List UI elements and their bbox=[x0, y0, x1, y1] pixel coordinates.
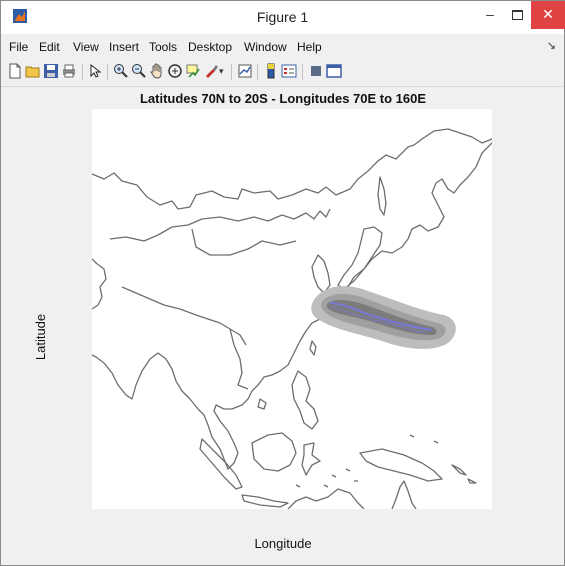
rotate-3d-icon[interactable] bbox=[167, 63, 183, 79]
australia-north bbox=[287, 488, 365, 510]
link-plot-icon[interactable] bbox=[237, 63, 253, 79]
colorbar-icon[interactable] bbox=[263, 63, 279, 79]
toolbar-separator bbox=[82, 64, 83, 80]
print-icon[interactable] bbox=[61, 63, 77, 79]
zoom-in-icon[interactable] bbox=[113, 63, 129, 79]
coastline-west-asia bbox=[91, 258, 107, 310]
maximize-button[interactable] bbox=[503, 1, 531, 29]
ylabel-container: Latitude bbox=[33, 314, 53, 397]
hainan bbox=[257, 398, 267, 410]
figure-toolbar: ▾ bbox=[1, 58, 564, 87]
new-figure-icon[interactable] bbox=[7, 63, 23, 79]
menu-bar: File Edit View Insert Tools Desktop Wind… bbox=[1, 34, 564, 58]
solomon-islands bbox=[451, 464, 477, 484]
japan bbox=[337, 226, 383, 290]
taiwan bbox=[309, 340, 317, 356]
toolbar-separator bbox=[302, 64, 303, 80]
map-axes[interactable] bbox=[91, 109, 493, 510]
minimize-button[interactable]: – bbox=[477, 1, 503, 29]
menu-window[interactable]: Window bbox=[244, 40, 287, 54]
data-cursor-icon[interactable] bbox=[185, 63, 201, 79]
title-bar[interactable]: Figure 1 – ✕ bbox=[1, 1, 565, 34]
typhoon-density bbox=[311, 286, 456, 349]
border-tibet-india bbox=[121, 286, 247, 346]
border-mongolia bbox=[191, 228, 297, 256]
menu-desktop[interactable]: Desktop bbox=[188, 40, 232, 54]
axes-title: Latitudes 70N to 20S - Longitudes 70E to… bbox=[139, 91, 427, 106]
menu-insert[interactable]: Insert bbox=[109, 40, 139, 54]
toolbar-separator bbox=[257, 64, 258, 80]
menu-help[interactable]: Help bbox=[297, 40, 322, 54]
menu-overflow-icon[interactable]: ↘ bbox=[547, 39, 556, 52]
edit-plot-arrow-icon[interactable] bbox=[87, 63, 103, 79]
borneo bbox=[251, 432, 297, 472]
sakhalin bbox=[377, 176, 387, 216]
coastline-north-asia bbox=[91, 128, 493, 210]
border-china-internal bbox=[229, 328, 249, 390]
axis-ylabel: Latitude bbox=[33, 313, 48, 361]
coastline-indochina bbox=[197, 398, 249, 470]
figure-canvas: Latitudes 70N to 20S - Longitudes 70E to… bbox=[5, 87, 561, 563]
java bbox=[241, 494, 289, 508]
coastline-kamchatka bbox=[335, 142, 493, 306]
menu-edit[interactable]: Edit bbox=[39, 40, 60, 54]
menu-file[interactable]: File bbox=[9, 40, 28, 54]
hide-plot-tools-icon[interactable] bbox=[308, 63, 324, 79]
coastline-india bbox=[91, 352, 199, 410]
zoom-out-icon[interactable] bbox=[131, 63, 147, 79]
new-guinea bbox=[359, 448, 443, 482]
open-file-icon[interactable] bbox=[25, 63, 41, 79]
axis-xlabel: Longitude bbox=[254, 536, 312, 551]
show-plot-tools-icon[interactable] bbox=[326, 63, 342, 79]
philippines bbox=[291, 370, 319, 430]
pan-hand-icon[interactable] bbox=[149, 63, 165, 79]
korea bbox=[311, 254, 331, 294]
border-china bbox=[109, 208, 331, 242]
legend-icon[interactable] bbox=[281, 63, 297, 79]
map-svg bbox=[91, 128, 493, 510]
brush-dropdown-icon[interactable]: ▾ bbox=[219, 63, 227, 79]
toolbar-separator bbox=[231, 64, 232, 80]
save-icon[interactable] bbox=[43, 63, 59, 79]
figure-window: Figure 1 – ✕ File Edit View Insert Tools… bbox=[0, 0, 565, 566]
sulawesi bbox=[301, 442, 321, 476]
menu-view[interactable]: View bbox=[73, 40, 99, 54]
maximize-icon bbox=[511, 10, 523, 21]
toolbar-separator bbox=[107, 64, 108, 80]
brush-icon[interactable] bbox=[203, 63, 219, 79]
close-button[interactable]: ✕ bbox=[531, 1, 565, 29]
australia-cape-york bbox=[391, 480, 417, 510]
menu-tools[interactable]: Tools bbox=[149, 40, 177, 54]
